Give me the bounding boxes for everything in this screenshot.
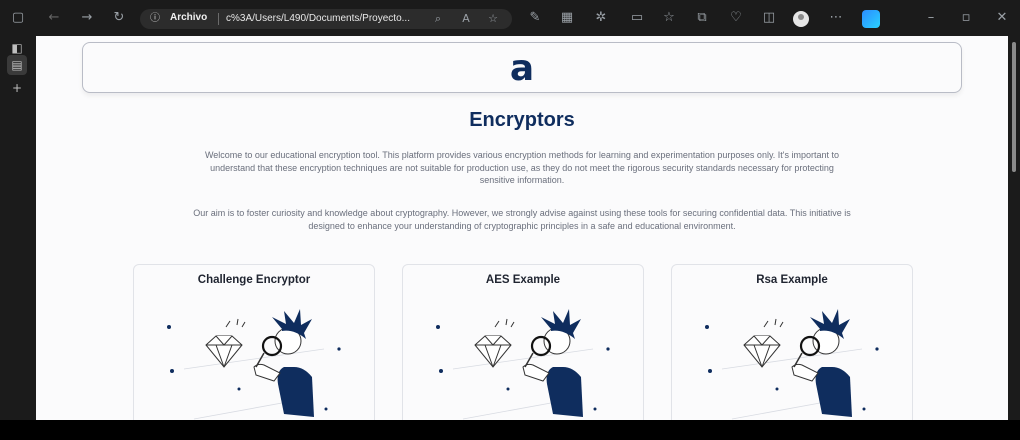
puzzle-icon[interactable]: ✲ — [592, 9, 610, 27]
address-separator — [218, 13, 219, 25]
zoom-icon[interactable]: ⌕ — [430, 11, 446, 27]
page-title: Encryptors — [469, 109, 575, 131]
header-logo-box: a — [82, 42, 962, 93]
vertical-tabs-sidebar: ◧ ▤ + — [0, 36, 36, 420]
close-icon[interactable]: ✕ — [993, 9, 1011, 27]
site-logo[interactable]: a — [83, 49, 961, 89]
scrollbar-thumb[interactable] — [1012, 42, 1016, 172]
new-tab-icon[interactable]: + — [7, 78, 27, 98]
back-arrow-icon[interactable]: ← — [45, 9, 63, 27]
split-screen-icon[interactable]: ▭ — [628, 9, 646, 27]
address-scheme: Archivo — [170, 12, 208, 23]
maximize-icon[interactable]: ▫ — [957, 9, 975, 27]
copilot-icon[interactable] — [862, 10, 880, 28]
hacker-illustration — [436, 309, 610, 420]
tab-document-icon[interactable]: ▤ — [7, 55, 27, 75]
hacker-illustration — [167, 309, 341, 420]
address-url[interactable]: c%3A/Users/L490/Documents/Proyecto... — [226, 13, 424, 24]
heart-icon[interactable]: ♡ — [727, 9, 745, 27]
workspaces-icon[interactable]: ▢ — [9, 9, 27, 27]
card-rsa-example[interactable]: Rsa Example — [671, 264, 913, 420]
page-viewport: a Encryptors Welcome to our educational … — [36, 36, 1008, 420]
intro-paragraph: Welcome to our educational encryption to… — [204, 150, 840, 185]
more-options-icon[interactable]: ⋯ — [827, 9, 845, 27]
card-aes-example[interactable]: AES Example — [402, 264, 644, 420]
pen-icon[interactable]: ✎ — [526, 9, 544, 27]
star-icon[interactable]: ☆ — [485, 11, 501, 27]
collections-icon[interactable]: ⧉ — [693, 9, 711, 27]
page-scrollbar[interactable] — [1008, 36, 1020, 420]
refresh-icon[interactable]: ↻ — [110, 9, 128, 27]
card-challenge-encryptor[interactable]: Challenge Encryptor — [133, 264, 375, 420]
forward-arrow-icon[interactable]: → — [78, 9, 96, 27]
hacker-illustration — [705, 309, 879, 420]
bottom-edge — [0, 420, 1020, 440]
card-title: Rsa Example — [756, 274, 828, 286]
card-title: Challenge Encryptor — [197, 274, 311, 286]
favorites-icon[interactable]: ☆ — [660, 9, 678, 27]
minimize-icon[interactable]: – — [922, 9, 940, 27]
aim-paragraph: Our aim is to foster curiosity and knowl… — [193, 208, 851, 231]
browser-toolbar: ▢ ← → ↻ ⓘ Archivo c%3A/Users/L490/Docume… — [0, 0, 1020, 36]
screenshot-icon[interactable]: ◫ — [760, 9, 778, 27]
read-aloud-icon[interactable]: A — [458, 11, 474, 27]
card-title: AES Example — [485, 274, 561, 286]
address-bar[interactable]: ⓘ Archivo c%3A/Users/L490/Documents/Proy… — [140, 9, 512, 29]
extension-icon[interactable]: ▦ — [558, 9, 576, 27]
site-info-icon[interactable]: ⓘ — [148, 12, 162, 26]
profile-avatar[interactable] — [793, 11, 809, 27]
